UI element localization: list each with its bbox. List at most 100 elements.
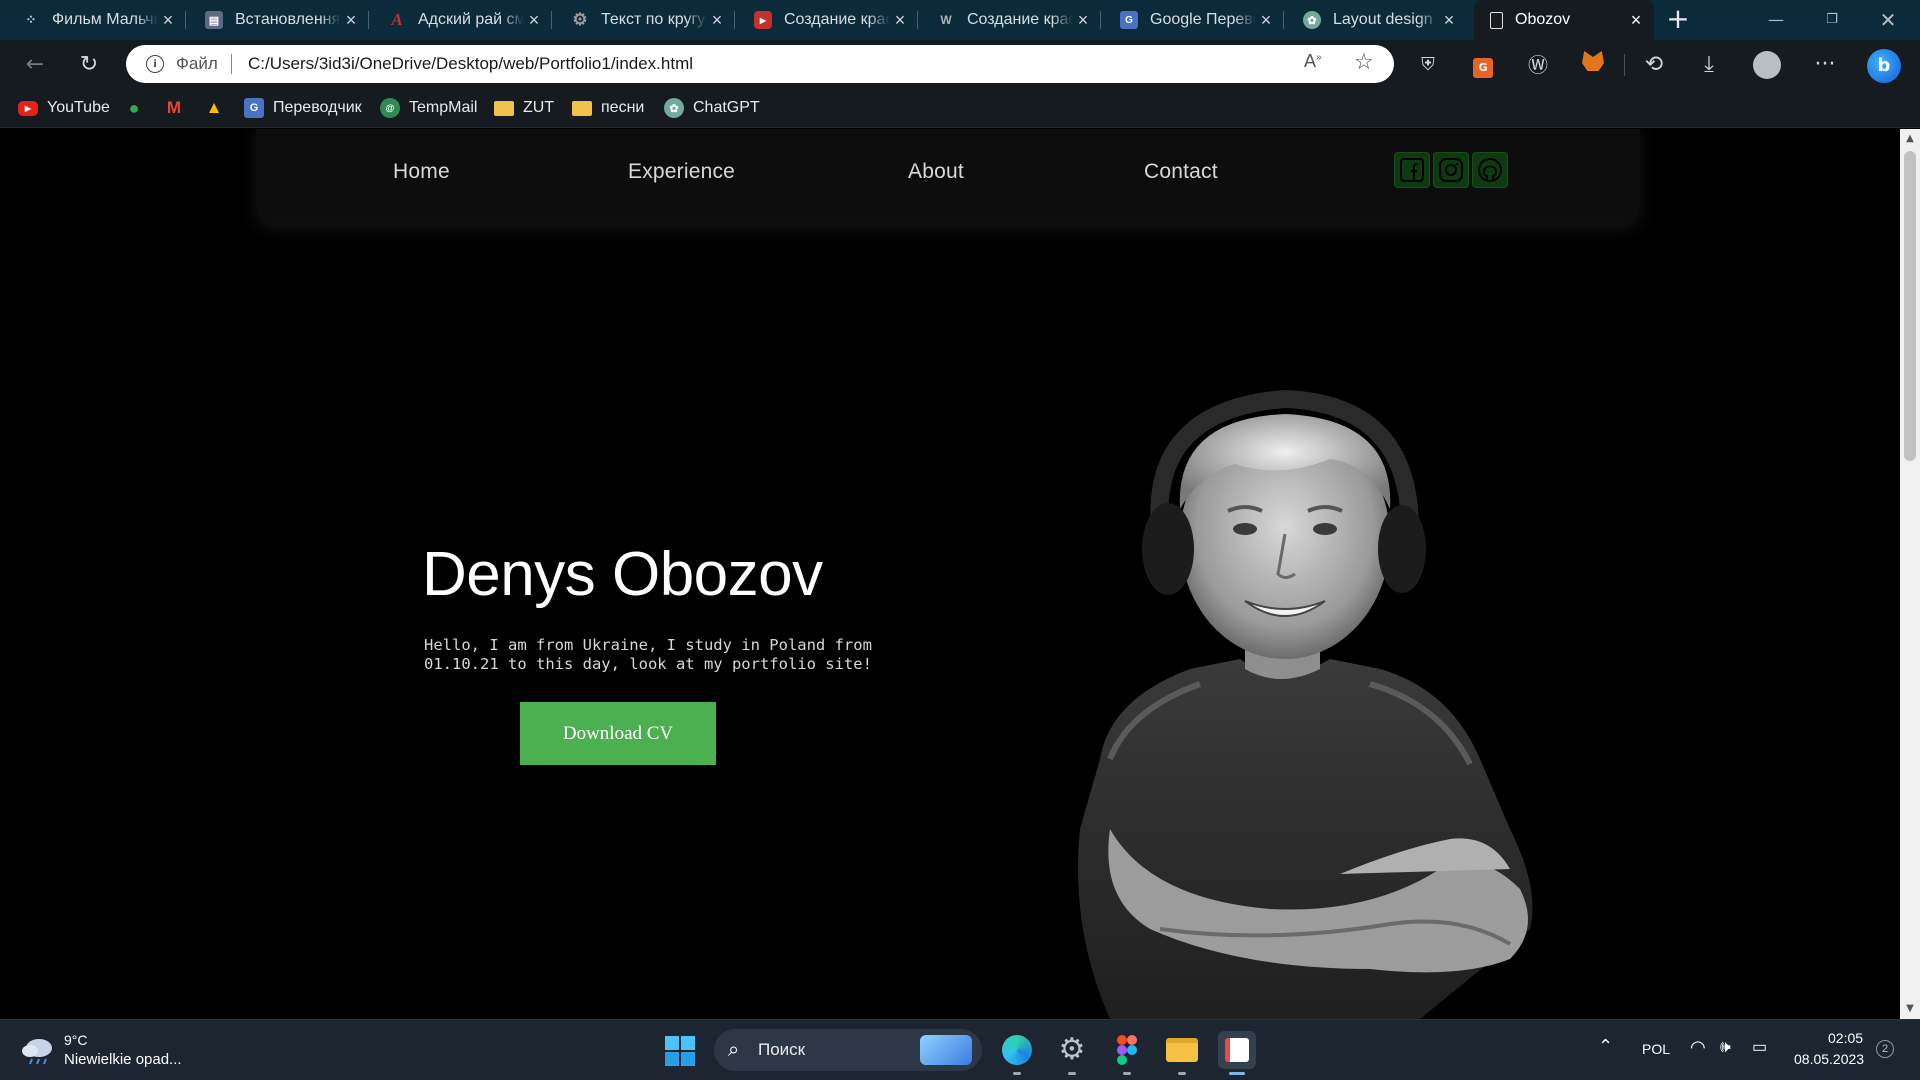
- download-cv-button[interactable]: Download CV: [520, 702, 716, 765]
- bookmark-label: TempMail: [409, 99, 478, 116]
- weather-description[interactable]: Niewielkie opad...: [64, 1051, 182, 1068]
- browser-tab[interactable]: ▶ Создание крас ×: [740, 4, 918, 36]
- hero-intro-line: 01.10.21 to this day, look at my portfol…: [424, 655, 872, 673]
- bookmark-drive[interactable]: ▲: [204, 96, 233, 120]
- metamask-icon[interactable]: [1576, 48, 1610, 82]
- chevron-up-icon[interactable]: ⌃: [1598, 1036, 1613, 1057]
- browser-tab[interactable]: W Создание крас ×: [923, 4, 1101, 36]
- site-navbar: Home Experience About Contact: [256, 129, 1640, 223]
- browser-tab[interactable]: A Адский рай см ×: [374, 4, 552, 36]
- nav-about[interactable]: About: [908, 160, 964, 184]
- gear-icon: ⚙: [572, 10, 588, 29]
- bookmark-chatgpt[interactable]: ✿ ChatGPT: [664, 96, 760, 120]
- bookmark-tempmail[interactable]: @ TempMail: [380, 96, 477, 120]
- bookmark-maps[interactable]: ●: [124, 96, 153, 120]
- browser-tab-active[interactable]: Obozov ×: [1474, 0, 1654, 40]
- url-text[interactable]: C:/Users/3id3i/OneDrive/Desktop/web/Port…: [248, 54, 693, 74]
- close-icon[interactable]: ×: [1439, 10, 1459, 31]
- page-scrollbar[interactable]: ▲ ▼: [1900, 129, 1920, 1019]
- search-icon: ⌕: [728, 1037, 740, 1061]
- clock-time[interactable]: 02:05: [1828, 1030, 1863, 1046]
- nav-home[interactable]: Home: [393, 160, 450, 184]
- translate-icon: G: [244, 98, 264, 118]
- reload-button[interactable]: ↻: [72, 48, 106, 82]
- youtube-icon: ▶: [18, 100, 38, 116]
- back-button[interactable]: ←: [18, 48, 52, 82]
- page-viewport: Home Experience About Contact Denys Oboz…: [0, 129, 1900, 1019]
- history-icon[interactable]: ⟲: [1637, 48, 1671, 82]
- edge-icon[interactable]: [998, 1031, 1036, 1069]
- profile-portrait: [1078, 389, 1533, 1019]
- weather-icon[interactable]: [20, 1034, 56, 1066]
- youtube-icon: ▶: [754, 11, 772, 29]
- nav-experience[interactable]: Experience: [628, 160, 735, 184]
- browser-tab[interactable]: ✿ Layout design ×: [1289, 4, 1467, 36]
- divider: [1624, 54, 1625, 76]
- battery-icon[interactable]: ▭: [1752, 1037, 1767, 1057]
- volume-icon[interactable]: 🕪: [1720, 1037, 1731, 1057]
- bookmark-folder-zut[interactable]: ZUT: [494, 96, 554, 120]
- bing-copilot-icon[interactable]: b: [1864, 48, 1904, 83]
- protocol-label: Файл: [176, 54, 218, 73]
- browser-tab[interactable]: ⚙ Текст по кругу ×: [557, 4, 735, 36]
- translate-icon: G: [1120, 11, 1138, 29]
- file-explorer-icon[interactable]: [1163, 1031, 1201, 1069]
- close-icon[interactable]: ×: [1626, 10, 1646, 31]
- browser-tab[interactable]: G Google Переводч ×: [1106, 4, 1284, 36]
- close-icon[interactable]: ×: [524, 10, 544, 31]
- figma-icon[interactable]: [1108, 1031, 1146, 1069]
- settings-icon[interactable]: ⚙: [1053, 1031, 1091, 1069]
- scroll-thumb[interactable]: [1904, 151, 1916, 461]
- bookmark-folder-songs[interactable]: песни: [572, 96, 644, 120]
- new-tab-button[interactable]: +: [1662, 4, 1694, 36]
- close-icon[interactable]: ×: [158, 10, 178, 31]
- read-aloud-icon[interactable]: A»: [1304, 51, 1322, 72]
- bookmark-youtube[interactable]: ▶ YouTube: [18, 96, 110, 120]
- close-icon[interactable]: ×: [890, 10, 910, 31]
- translate-extension-icon[interactable]: G: [1466, 48, 1500, 82]
- restore-button[interactable]: ❐: [1804, 0, 1860, 40]
- windows-start-icon[interactable]: [664, 1035, 696, 1067]
- more-menu-icon[interactable]: ···: [1808, 48, 1842, 82]
- address-bar[interactable]: i Файл C:/Users/3id3i/OneDrive/Desktop/w…: [126, 45, 1394, 83]
- active-indicator: [1229, 1072, 1245, 1075]
- browser-tab[interactable]: ▤ Встановлення ×: [191, 4, 369, 36]
- bookmark-translator[interactable]: G Переводчик: [244, 96, 362, 120]
- letter-a-icon: A: [391, 10, 403, 29]
- minimize-button[interactable]: —: [1748, 0, 1804, 40]
- weather-temperature[interactable]: 9°C: [64, 1032, 88, 1048]
- tempmail-icon: @: [380, 98, 400, 118]
- language-indicator[interactable]: POL: [1642, 1041, 1670, 1057]
- scroll-up-icon[interactable]: ▲: [1900, 133, 1920, 144]
- wifi-icon[interactable]: ◠: [1690, 1037, 1706, 1058]
- nav-contact[interactable]: Contact: [1144, 160, 1218, 184]
- facebook-icon[interactable]: [1394, 152, 1430, 188]
- notification-badge[interactable]: 2: [1876, 1040, 1894, 1058]
- running-indicator: [1013, 1072, 1021, 1075]
- profile-avatar[interactable]: [1750, 48, 1784, 82]
- close-window-button[interactable]: ✕: [1860, 0, 1916, 40]
- tab-label: Адский рай см: [418, 11, 524, 28]
- instagram-icon[interactable]: [1433, 152, 1469, 188]
- github-icon[interactable]: [1472, 152, 1508, 188]
- chatgpt-icon: ✿: [664, 98, 684, 118]
- tab-label: Текст по кругу: [601, 11, 706, 28]
- close-icon[interactable]: ×: [707, 10, 727, 31]
- add-favorite-icon[interactable]: ☆: [1354, 50, 1374, 75]
- search-highlight-icon: [920, 1035, 972, 1065]
- w-extension-icon[interactable]: Ⓦ: [1521, 48, 1555, 82]
- close-icon[interactable]: ×: [1073, 10, 1093, 31]
- info-icon[interactable]: i: [146, 55, 164, 73]
- scroll-down-icon[interactable]: ▼: [1900, 1003, 1920, 1014]
- bookmark-gmail[interactable]: M: [164, 96, 193, 120]
- browser-tab[interactable]: ⁘ Фильм Мальчик ×: [8, 4, 186, 36]
- snipping-tool-icon[interactable]: [1218, 1031, 1256, 1069]
- taskbar-search[interactable]: ⌕ Поиск: [714, 1029, 982, 1071]
- close-icon[interactable]: ×: [1256, 10, 1276, 31]
- tab-label: Встановлення: [235, 11, 341, 28]
- clock-date[interactable]: 08.05.2023: [1794, 1051, 1864, 1067]
- download-icon[interactable]: ⤓: [1692, 48, 1726, 82]
- hero-name: Denys Obozov: [422, 540, 823, 609]
- close-icon[interactable]: ×: [341, 10, 361, 31]
- shield-icon[interactable]: ⛨: [1411, 48, 1445, 82]
